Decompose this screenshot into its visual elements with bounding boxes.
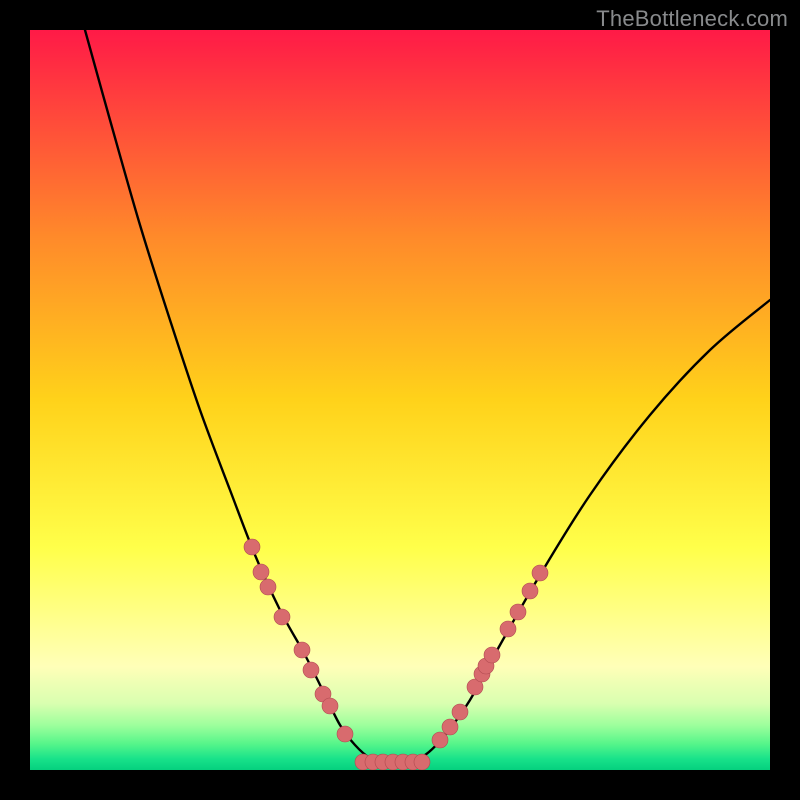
data-dot xyxy=(510,604,526,620)
data-dot xyxy=(294,642,310,658)
data-dot xyxy=(442,719,458,735)
data-dot xyxy=(260,579,276,595)
data-dot xyxy=(274,609,290,625)
plot-area xyxy=(30,30,770,770)
bottleneck-chart-svg xyxy=(30,30,770,770)
data-dot xyxy=(452,704,468,720)
gradient-background xyxy=(30,30,770,770)
data-dot xyxy=(244,539,260,555)
data-dot xyxy=(414,754,430,770)
data-dot xyxy=(337,726,353,742)
data-dot xyxy=(532,565,548,581)
chart-frame: TheBottleneck.com xyxy=(0,0,800,800)
data-dot xyxy=(484,647,500,663)
data-dot xyxy=(253,564,269,580)
data-dot xyxy=(432,732,448,748)
data-dot xyxy=(303,662,319,678)
data-dot xyxy=(522,583,538,599)
watermark-text: TheBottleneck.com xyxy=(596,6,788,32)
data-dot xyxy=(500,621,516,637)
data-dot xyxy=(322,698,338,714)
